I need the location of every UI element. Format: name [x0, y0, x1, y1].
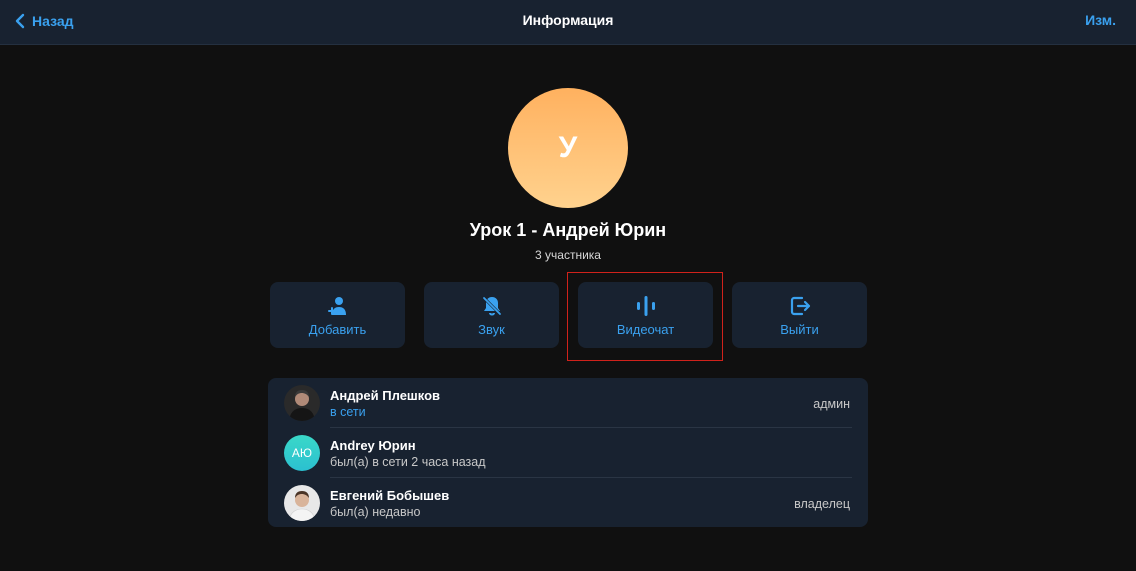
members-list: Андрей Плешков в сети админ АЮ Andrey Юр… — [268, 378, 868, 527]
avatar-initials: АЮ — [284, 435, 320, 471]
member-status: в сети — [330, 405, 366, 419]
voice-wave-icon — [636, 295, 655, 316]
top-bar: Назад Информация Изм. — [0, 0, 1136, 45]
sound-button[interactable]: Звук — [424, 282, 559, 348]
add-user-icon — [327, 296, 346, 315]
list-item[interactable]: Евгений Бобышев был(а) недавно владелец — [268, 478, 868, 527]
exit-icon — [790, 296, 810, 315]
edit-button[interactable]: Изм. — [1085, 12, 1116, 28]
list-item[interactable]: АЮ Andrey Юрин был(а) в сети 2 часа наза… — [268, 428, 868, 478]
avatar — [284, 485, 320, 521]
page-title: Информация — [522, 12, 614, 28]
videochat-label: Видеочат — [616, 321, 675, 337]
sound-label: Звук — [478, 321, 505, 337]
members-count: 3 участника — [535, 248, 601, 262]
action-buttons: Добавить Звук Видеочат Выйти — [270, 282, 867, 348]
bell-muted-icon — [481, 295, 502, 316]
member-role: админ — [813, 397, 850, 411]
member-name: Евгений Бобышев — [330, 488, 450, 503]
group-avatar[interactable]: У — [508, 88, 628, 208]
member-role: владелец — [794, 497, 850, 511]
videochat-button[interactable]: Видеочат — [578, 282, 713, 348]
avatar — [284, 385, 320, 421]
leave-button[interactable]: Выйти — [732, 282, 867, 348]
avatar: АЮ — [284, 435, 320, 471]
leave-label: Выйти — [780, 321, 819, 337]
group-avatar-letter: У — [558, 131, 578, 164]
group-name: Урок 1 - Андрей Юрин — [469, 220, 667, 240]
list-item[interactable]: Андрей Плешков в сети админ — [268, 378, 868, 428]
add-member-label: Добавить — [308, 321, 367, 337]
member-status: был(а) недавно — [330, 505, 421, 519]
add-member-button[interactable]: Добавить — [270, 282, 405, 348]
member-name: Andrey Юрин — [330, 438, 416, 453]
member-name: Андрей Плешков — [330, 388, 441, 403]
member-status: был(а) в сети 2 часа назад — [330, 455, 486, 469]
